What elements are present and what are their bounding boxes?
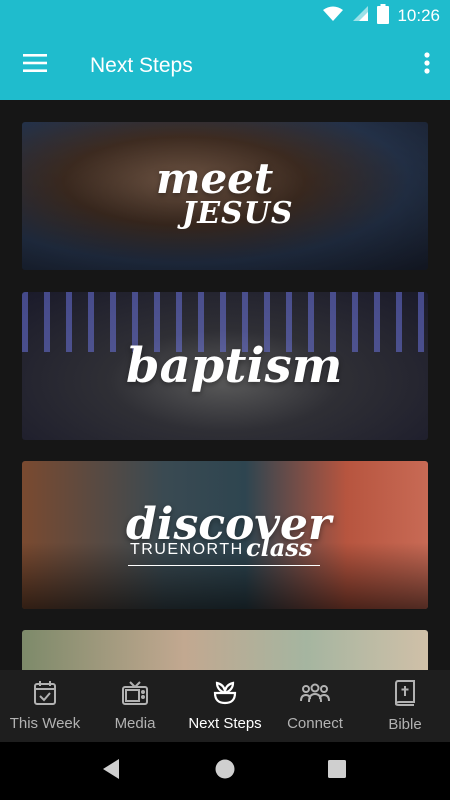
more-vert-icon <box>424 51 430 79</box>
card-subtitle: JESUS <box>182 196 294 231</box>
signal-icon <box>351 5 369 27</box>
nav-label: Bible <box>388 715 422 733</box>
battery-icon <box>377 3 390 29</box>
nav-item-this-week[interactable]: This Week <box>0 670 90 742</box>
nav-item-connect[interactable]: Connect <box>270 670 360 742</box>
menu-button[interactable] <box>12 42 58 88</box>
nav-item-media[interactable]: Media <box>90 670 180 742</box>
card-meet-jesus[interactable]: meet JESUS <box>22 122 428 270</box>
calendar-check-icon <box>34 680 56 710</box>
card-title: baptism <box>126 338 343 394</box>
nav-label: Media <box>114 714 156 732</box>
system-nav-bar <box>0 742 450 800</box>
tv-icon <box>122 680 148 710</box>
nav-label: This Week <box>9 714 81 732</box>
card-title: meet <box>156 154 274 203</box>
hamburger-menu-icon <box>23 53 47 77</box>
card-partial[interactable] <box>22 630 428 670</box>
wifi-icon <box>323 6 344 27</box>
sprout-icon <box>212 681 238 710</box>
home-button[interactable] <box>208 754 242 788</box>
card-baptism[interactable]: baptism <box>22 292 428 440</box>
app-bar: Next Steps <box>0 32 450 100</box>
group-icon <box>300 681 330 710</box>
back-button[interactable] <box>94 754 128 788</box>
card-image <box>22 630 428 670</box>
recents-icon <box>328 759 346 783</box>
nav-item-bible[interactable]: Bible <box>360 670 450 742</box>
next-steps-list[interactable]: meet JESUS baptism discover TRUENORTH cl… <box>0 100 450 670</box>
card-subtitle-class: class <box>246 533 313 562</box>
nav-item-next-steps[interactable]: Next Steps <box>180 670 270 742</box>
nav-label: Connect <box>287 714 343 732</box>
bottom-nav: This Week Media Next Steps Connect Bible <box>0 670 450 742</box>
page-title: Next Steps <box>90 54 193 77</box>
status-time: 10:26 <box>397 6 440 25</box>
card-discover-truenorth[interactable]: discover TRUENORTH class <box>22 461 428 609</box>
recents-button[interactable] <box>320 754 354 788</box>
status-icons: 10:26 <box>323 3 440 29</box>
nav-label: Next Steps <box>188 714 262 732</box>
more-options-button[interactable] <box>412 42 442 88</box>
status-bar: 10:26 <box>0 0 450 32</box>
card-divider <box>128 565 320 566</box>
home-icon <box>215 759 235 784</box>
back-icon <box>101 758 121 785</box>
bible-icon <box>394 679 416 711</box>
card-subtitle-brand: TRUENORTH <box>130 541 244 558</box>
